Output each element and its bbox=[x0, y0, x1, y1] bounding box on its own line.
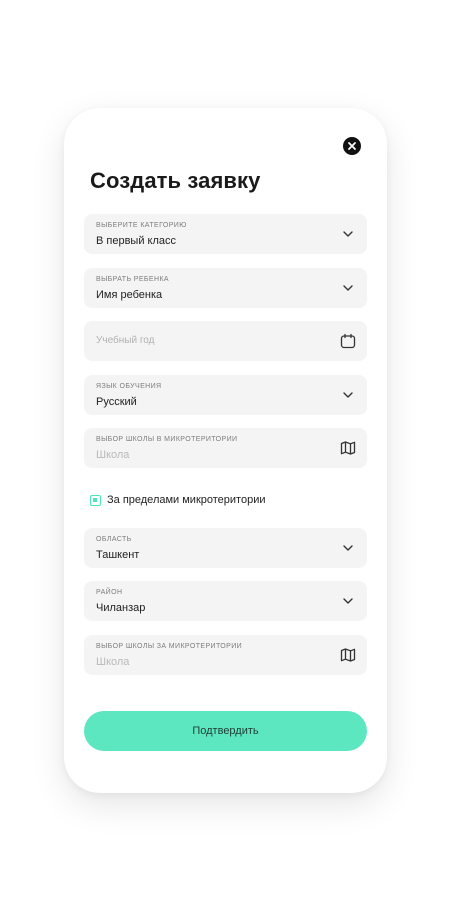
phone-frame: Создать заявку Выберите категорию В перв… bbox=[64, 108, 387, 793]
outside-territory-checkbox[interactable] bbox=[90, 494, 101, 506]
school-outside-territory-label: Выбор школы за микротеритории bbox=[96, 643, 243, 650]
region-value: Ташкент bbox=[96, 549, 140, 561]
map-icon[interactable] bbox=[339, 646, 357, 664]
district-label: Район bbox=[96, 589, 123, 596]
school-outside-territory-field[interactable]: Выбор школы за микротеритории Школа bbox=[84, 635, 367, 675]
category-label: Выберите категорию bbox=[96, 222, 187, 229]
school-in-territory-placeholder: Школа bbox=[96, 449, 130, 461]
submit-button[interactable]: Подтвердить bbox=[84, 711, 367, 751]
close-icon bbox=[348, 142, 356, 150]
language-value: Русский bbox=[96, 396, 137, 408]
outside-territory-checkbox-row[interactable]: За пределами микротеритории bbox=[90, 493, 266, 507]
chevron-down-icon bbox=[343, 598, 353, 604]
calendar-icon[interactable] bbox=[339, 332, 357, 350]
district-value: Чиланзар bbox=[96, 602, 146, 614]
school-in-territory-label: Выбор школы в микротеритории bbox=[96, 436, 238, 443]
district-select[interactable]: Район Чиланзар bbox=[84, 581, 367, 621]
language-label: Язык обучения bbox=[96, 383, 162, 390]
chevron-down-icon bbox=[343, 392, 353, 398]
child-select[interactable]: Выбрать ребенка Имя ребенка bbox=[84, 268, 367, 308]
page-title: Создать заявку bbox=[90, 168, 261, 193]
category-select[interactable]: Выберите категорию В первый класс bbox=[84, 214, 367, 254]
chevron-down-icon bbox=[343, 285, 353, 291]
outside-territory-label: За пределами микротеритории bbox=[107, 494, 266, 506]
child-value: Имя ребенка bbox=[96, 289, 163, 301]
chevron-down-icon bbox=[343, 545, 353, 551]
school-in-territory-field[interactable]: Выбор школы в микротеритории Школа bbox=[84, 428, 367, 468]
chevron-down-icon bbox=[343, 231, 353, 237]
category-value: В первый класс bbox=[96, 235, 177, 247]
school-outside-territory-placeholder: Школа bbox=[96, 656, 130, 668]
language-select[interactable]: Язык обучения Русский bbox=[84, 375, 367, 415]
region-select[interactable]: Область Ташкент bbox=[84, 528, 367, 568]
school-year-placeholder: Учебный год bbox=[96, 335, 155, 346]
child-label: Выбрать ребенка bbox=[96, 276, 169, 283]
region-label: Область bbox=[96, 536, 132, 543]
school-year-field[interactable]: Учебный год bbox=[84, 321, 367, 361]
map-icon[interactable] bbox=[339, 439, 357, 457]
close-button[interactable] bbox=[343, 137, 361, 155]
